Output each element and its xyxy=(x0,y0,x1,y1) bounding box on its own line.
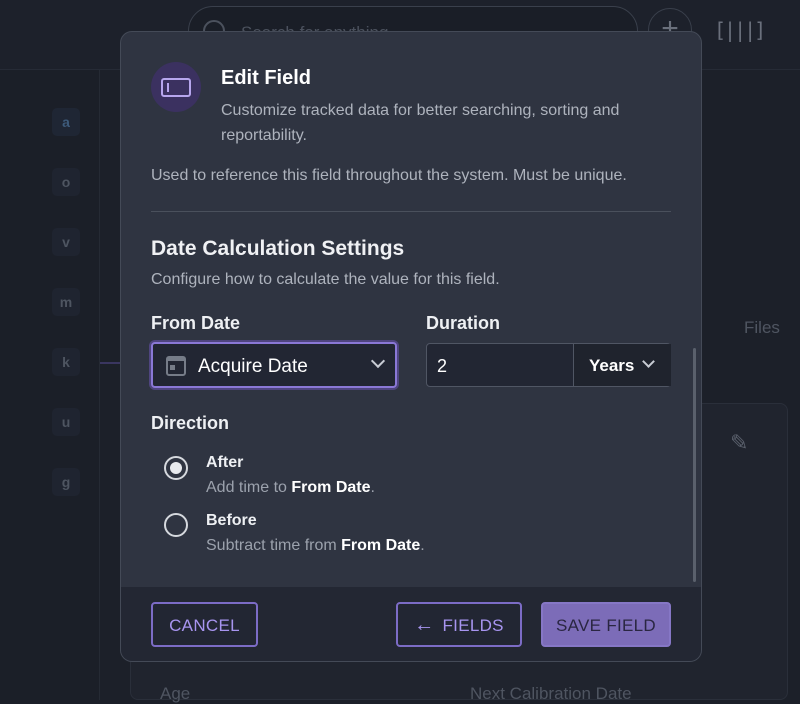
duration-unit-select[interactable]: Years xyxy=(573,344,671,386)
arrow-left-icon: ← xyxy=(414,614,435,636)
scrollbar[interactable] xyxy=(693,348,696,582)
duration-unit-value: Years xyxy=(589,356,635,375)
sidebar-item[interactable]: a xyxy=(52,108,80,136)
radio-before-description: Subtract time from From Date. xyxy=(206,537,425,554)
direction-label: Direction xyxy=(151,413,230,433)
radio-after-label[interactable]: After xyxy=(206,454,243,472)
dialog-footer: CANCEL ← FIELDS SAVE FIELD xyxy=(121,587,701,661)
edit-field-dialog: Edit Field Customize tracked data for be… xyxy=(120,31,702,662)
sidebar: a o v m k u g xyxy=(0,70,100,700)
chevron-down-icon xyxy=(642,355,655,368)
fields-label: FIELDS xyxy=(442,616,504,635)
from-date-label: From Date xyxy=(151,313,241,333)
sidebar-item[interactable]: g xyxy=(52,468,80,496)
reference-help-text: Used to reference this field throughout … xyxy=(151,167,627,184)
radio-before[interactable] xyxy=(164,513,188,537)
duration-field: 2 Years xyxy=(426,343,671,387)
text-field-icon xyxy=(151,62,201,112)
calendar-icon xyxy=(166,356,186,376)
radio-after[interactable] xyxy=(164,456,188,480)
pencil-icon[interactable]: ✎ xyxy=(730,430,748,456)
divider xyxy=(151,211,671,212)
duration-input[interactable]: 2 xyxy=(437,356,447,377)
sidebar-item[interactable]: o xyxy=(52,168,80,196)
cancel-button[interactable]: CANCEL xyxy=(151,602,258,647)
dialog-title: Edit Field xyxy=(221,67,311,89)
chevron-down-icon xyxy=(370,353,386,369)
barcode-icon[interactable]: [|||] xyxy=(714,18,766,42)
dialog-subtitle: Customize tracked data for better search… xyxy=(221,102,620,144)
save-field-button[interactable]: SAVE FIELD xyxy=(541,602,671,647)
sidebar-item[interactable]: m xyxy=(52,288,80,316)
section-description: Configure how to calculate the value for… xyxy=(151,271,500,288)
column-next-calibration-date: Next Calibration Date xyxy=(470,684,632,703)
section-title: Date Calculation Settings xyxy=(151,237,405,260)
from-date-value: Acquire Date xyxy=(198,356,308,377)
duration-label: Duration xyxy=(426,313,500,333)
from-date-select[interactable]: Acquire Date xyxy=(151,342,397,388)
sidebar-item[interactable]: k xyxy=(52,348,80,376)
sidebar-item[interactable]: u xyxy=(52,408,80,436)
tab-files[interactable]: Files xyxy=(744,318,780,338)
sidebar-item[interactable]: v xyxy=(52,228,80,256)
radio-before-label[interactable]: Before xyxy=(206,512,257,530)
radio-after-description: Add time to From Date. xyxy=(206,479,375,496)
back-to-fields-button[interactable]: ← FIELDS xyxy=(396,602,522,647)
column-age: Age xyxy=(160,684,191,703)
